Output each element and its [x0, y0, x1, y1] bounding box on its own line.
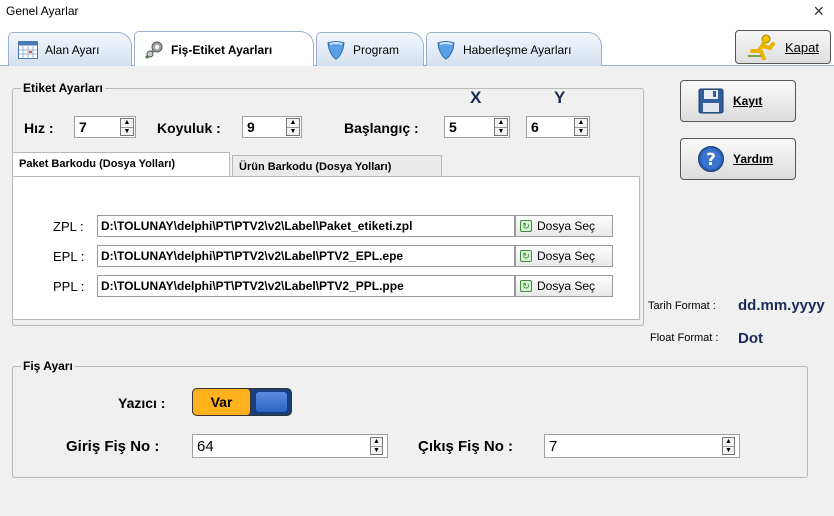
epl-dosya-sec-button[interactable]: ↻ Dosya Seç	[515, 245, 613, 267]
kapat-button[interactable]: Kapat	[735, 30, 831, 64]
tarih-format-label: Tarih Format :	[648, 300, 716, 312]
hiz-label: Hız :	[24, 120, 54, 136]
epl-label: EPL :	[53, 249, 85, 264]
cikis-fis-no-spinner[interactable]: 7 ▲ ▼	[544, 434, 740, 458]
spinner-arrows-icon[interactable]: ▲ ▼	[370, 437, 383, 455]
button-label: Dosya Seç	[537, 279, 596, 293]
tab-program[interactable]: Program	[316, 32, 424, 66]
ppl-dosya-sec-button[interactable]: ↻ Dosya Seç	[515, 275, 613, 297]
cikis-fis-no-label: Çıkış Fiş No :	[418, 438, 514, 455]
spinner-arrows-icon[interactable]: ▲ ▼	[286, 118, 300, 136]
tab-label: Fiş-Etiket Ayarları	[171, 42, 273, 57]
giris-fis-no-label: Giriş Fiş No :	[66, 438, 160, 455]
x-axis-label: X	[470, 88, 482, 107]
subtab-paket-barkodu[interactable]: Paket Barkodu (Dosya Yolları)	[12, 152, 230, 178]
tab-alan-ayari[interactable]: Alan Ayarı	[8, 32, 132, 66]
subtab-urun-barkodu[interactable]: Ürün Barkodu (Dosya Yolları)	[232, 155, 442, 176]
kayit-label: Kayıt	[733, 94, 763, 108]
spinner-arrows-icon[interactable]: ▲ ▼	[722, 437, 735, 455]
paket-barkodu-panel: ZPL : D:\TOLUNAY\delphi\PT\PTV2\v2\Label…	[12, 176, 640, 320]
hiz-spinner[interactable]: 7 ▲ ▼	[74, 116, 136, 138]
group-title: Etiket Ayarları	[21, 81, 105, 95]
shield-icon	[325, 40, 347, 60]
koyuluk-spinner[interactable]: 9 ▲ ▼	[242, 116, 302, 138]
zpl-label: ZPL :	[53, 219, 84, 234]
main-tab-strip: Alan Ayarı Fiş-Etiket Ayarları Program H…	[0, 26, 834, 67]
window-title: Genel Ayarlar	[6, 4, 79, 18]
giris-fis-no-value: 64	[197, 438, 214, 455]
tarih-format-value: dd.mm.yyyy	[738, 297, 825, 314]
tab-label: Program	[353, 42, 400, 57]
shield-icon	[435, 40, 457, 60]
button-label: Dosya Seç	[537, 219, 596, 233]
wrench-gear-icon	[143, 40, 165, 60]
refresh-icon: ↻	[520, 250, 532, 262]
refresh-icon: ↻	[520, 280, 532, 292]
button-label: Dosya Seç	[537, 249, 596, 263]
float-format-label: Float Format :	[650, 332, 719, 344]
calendar-grid-icon	[17, 40, 39, 60]
zpl-dosya-sec-button[interactable]: ↻ Dosya Seç	[515, 215, 613, 237]
tab-label: Haberleşme Ayarları	[463, 42, 572, 57]
title-bar: Genel Ayarlar ×	[0, 0, 834, 24]
baslangic-y-value: 6	[531, 119, 539, 135]
baslangic-x-value: 5	[449, 119, 457, 135]
giris-fis-no-spinner[interactable]: 64 ▲ ▼	[192, 434, 388, 458]
yazici-label: Yazıcı :	[118, 395, 166, 411]
floppy-disk-icon	[697, 87, 725, 115]
zpl-path-input[interactable]: D:\TOLUNAY\delphi\PT\PTV2\v2\Label\Paket…	[97, 215, 515, 237]
toggle-knob	[255, 391, 288, 413]
koyuluk-value: 9	[247, 119, 255, 135]
float-format-value: Dot	[738, 330, 763, 347]
hiz-value: 7	[79, 119, 87, 135]
spinner-arrows-icon[interactable]: ▲ ▼	[494, 118, 508, 136]
kapat-label: Kapat	[785, 39, 819, 55]
tab-haberlesme-ayarlari[interactable]: Haberleşme Ayarları	[426, 32, 602, 66]
ppl-path-input[interactable]: D:\TOLUNAY\delphi\PT\PTV2\v2\Label\PTV2_…	[97, 275, 515, 297]
ppl-label: PPL :	[53, 279, 85, 294]
yardim-button[interactable]: ? Yardım	[680, 138, 796, 180]
svg-text:?: ?	[706, 150, 716, 170]
fis-ayari-group: Fiş Ayarı	[12, 359, 808, 478]
epl-path-input[interactable]: D:\TOLUNAY\delphi\PT\PTV2\v2\Label\PTV2_…	[97, 245, 515, 267]
baslangic-x-spinner[interactable]: 5 ▲ ▼	[444, 116, 510, 138]
tab-label: Alan Ayarı	[45, 42, 100, 57]
baslangic-label: Başlangıç :	[344, 120, 419, 136]
yardim-label: Yardım	[733, 152, 774, 166]
running-man-icon	[747, 34, 777, 60]
kayit-button[interactable]: Kayıt	[680, 80, 796, 122]
close-icon[interactable]: ×	[813, 1, 824, 22]
cikis-fis-no-value: 7	[549, 438, 558, 455]
group-title: Fiş Ayarı	[21, 359, 75, 373]
y-axis-label: Y	[554, 88, 566, 107]
tab-fis-etiket-ayarlari[interactable]: Fiş-Etiket Ayarları	[134, 31, 314, 67]
help-question-icon: ?	[697, 145, 725, 173]
spinner-arrows-icon[interactable]: ▲ ▼	[120, 118, 134, 136]
spinner-arrows-icon[interactable]: ▲ ▼	[574, 118, 588, 136]
koyuluk-label: Koyuluk :	[157, 120, 221, 136]
yazici-toggle[interactable]: Var	[192, 388, 292, 416]
toggle-on-state: Var	[193, 389, 251, 415]
baslangic-y-spinner[interactable]: 6 ▲ ▼	[526, 116, 590, 138]
refresh-icon: ↻	[520, 220, 532, 232]
